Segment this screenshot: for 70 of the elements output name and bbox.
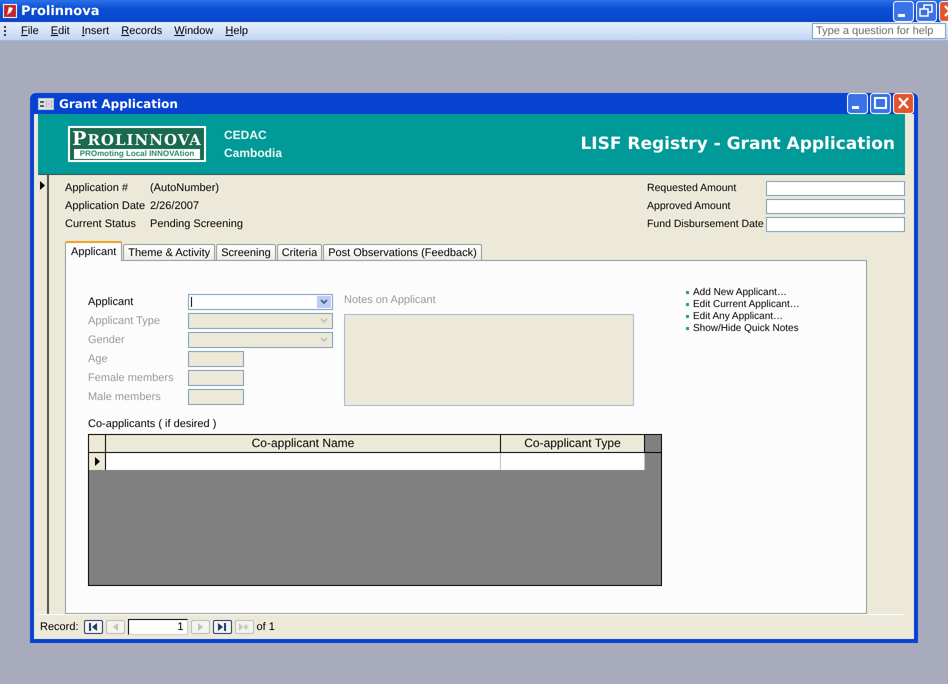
input-field[interactable] [766, 216, 905, 232]
help-search-field[interactable]: Type a question for help [812, 23, 946, 39]
bullet-icon [686, 290, 689, 294]
field-label: Notes on Applicant [344, 294, 437, 306]
field-label: Female members [88, 372, 175, 384]
minimize-button[interactable] [847, 93, 868, 114]
tab[interactable]: Criteria [276, 244, 322, 260]
window-title: Grant Application [59, 96, 179, 110]
tab[interactable]: Post Observations (Feedback) [323, 244, 482, 260]
next-arrow-icon [195, 622, 206, 632]
bullet-icon [686, 302, 689, 306]
field-label: Requested Amount [647, 182, 738, 194]
datasheet-corner[interactable] [89, 435, 106, 452]
record-label: Record: [40, 621, 79, 633]
record-selector-icon [94, 457, 100, 466]
input-field[interactable] [766, 198, 905, 214]
first-record-button[interactable] [84, 620, 103, 634]
window-title: Prolinnova [21, 4, 100, 18]
field-value: Pending Screening [150, 218, 243, 230]
column-header[interactable]: Co-applicant Name [106, 435, 501, 452]
action-link[interactable]: Add New Applicant… [693, 286, 787, 298]
dropdown-field[interactable] [188, 294, 333, 310]
record-count: of 1 [256, 621, 275, 633]
app-icon [3, 4, 17, 18]
table-cell[interactable] [106, 453, 501, 470]
menu-item[interactable]: Insert [76, 24, 116, 38]
form-heading: LISF Registry - Grant Application [580, 134, 895, 154]
field-label: Male members [88, 391, 162, 403]
tab[interactable]: Applicant [65, 241, 122, 261]
field-label: Gender [88, 334, 126, 346]
subform-label: Co-applicants ( if desired ) [88, 418, 218, 430]
new-arrow-icon [239, 622, 250, 632]
input-field[interactable] [766, 180, 905, 196]
field-label: Applicant Type [88, 315, 161, 327]
close-button[interactable] [893, 93, 914, 114]
first-arrow-icon [88, 622, 98, 632]
field-label: Approved Amount [647, 200, 732, 212]
field-value: 2/26/2007 [150, 200, 199, 212]
field-label: Current Status [65, 218, 137, 230]
minimize-button[interactable] [893, 0, 914, 22]
organization-text: Cambodia [224, 145, 282, 162]
bullet-icon [686, 326, 689, 330]
action-link[interactable]: Edit Current Applicant… [693, 298, 800, 310]
tab[interactable]: Screening [216, 244, 276, 260]
column-header[interactable]: Co-applicant Type [501, 435, 645, 452]
record-selector-icon [40, 181, 45, 190]
organization-text: CEDAC [224, 127, 268, 144]
tab[interactable]: Theme & Activity [123, 244, 216, 260]
field-label: Application Date [65, 200, 146, 212]
menu-item[interactable]: Records [115, 24, 168, 38]
field-label: Applicant [88, 296, 134, 308]
action-link[interactable]: Show/Hide Quick Notes [693, 322, 799, 334]
field-value: (AutoNumber) [150, 182, 220, 194]
menu-item[interactable]: Help [219, 24, 254, 38]
menu-item[interactable]: File [15, 24, 45, 38]
record-number-field[interactable]: 1 [128, 619, 188, 635]
maximize-button[interactable] [870, 93, 891, 114]
field-label: Application # [65, 182, 129, 194]
field-label: Fund Disbursement Date [647, 218, 765, 230]
table-cell[interactable] [501, 453, 645, 470]
last-arrow-icon [217, 622, 228, 632]
menu-item[interactable]: Edit [44, 24, 76, 38]
field-label: Age [88, 353, 109, 365]
logo: PROLINNOVA PROmoting Local INNOVAtion [68, 126, 206, 162]
form-icon [38, 98, 54, 110]
last-record-button[interactable] [212, 620, 232, 634]
action-link[interactable]: Edit Any Applicant… [693, 310, 784, 322]
menu-item[interactable]: Window [168, 24, 220, 38]
restore-button[interactable] [916, 0, 937, 22]
bullet-icon [686, 314, 689, 318]
